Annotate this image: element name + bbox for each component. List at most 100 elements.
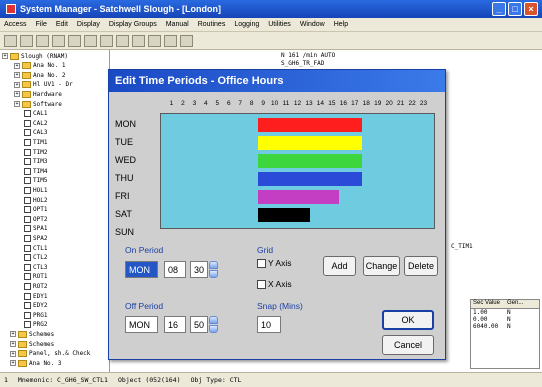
tree-node[interactable]: OPT1 <box>24 206 47 214</box>
on-period-day-field[interactable]: MON <box>125 261 158 278</box>
expand-toggle-icon[interactable]: + <box>14 62 20 69</box>
table-row[interactable]: 6040.00 N <box>471 323 539 330</box>
menu-manual[interactable]: Manual <box>166 21 189 28</box>
tree-node[interactable]: ROT2 <box>24 282 47 290</box>
expand-toggle-icon[interactable]: + <box>14 72 20 79</box>
off-period-spinner[interactable] <box>209 316 218 333</box>
delete-button[interactable]: Delete <box>404 256 438 276</box>
tree-node[interactable]: + Hardware <box>14 90 62 98</box>
menu-window[interactable]: Window <box>300 21 325 28</box>
menu-file[interactable]: File <box>36 21 47 28</box>
toolbar-print-icon[interactable] <box>52 34 65 47</box>
off-period-day-field[interactable]: MON <box>125 316 158 333</box>
menu-access[interactable]: Access <box>4 21 27 28</box>
expand-toggle-icon[interactable]: + <box>10 341 16 347</box>
time-period-bar-fri[interactable] <box>258 190 339 204</box>
toolbar-save-icon[interactable] <box>36 34 49 47</box>
tree-node[interactable]: + Ana No. 3 <box>10 359 62 367</box>
toolbar-help-icon[interactable] <box>180 34 193 47</box>
toolbar-paste-icon[interactable] <box>100 34 113 47</box>
tree-node[interactable]: TIM5 <box>24 177 47 185</box>
menu-display-groups[interactable]: Display Groups <box>109 21 157 28</box>
tree-node[interactable]: + Schemes <box>10 330 54 338</box>
toolbar-cut-icon[interactable] <box>68 34 81 47</box>
tree-node[interactable]: + Panel, sh.& Check <box>10 350 90 358</box>
toolbar-copy-icon[interactable] <box>84 34 97 47</box>
tree-node[interactable]: TIM4 <box>24 167 47 175</box>
time-period-grid[interactable] <box>160 113 435 229</box>
spin-up-icon[interactable] <box>209 316 218 324</box>
expand-toggle-icon[interactable]: + <box>10 331 16 338</box>
menu-utilities[interactable]: Utilities <box>268 21 291 28</box>
expand-toggle-icon[interactable]: + <box>10 360 16 367</box>
time-period-bar-wed[interactable] <box>258 154 362 168</box>
expand-toggle-icon[interactable]: + <box>14 101 20 107</box>
toolbar-open-icon[interactable] <box>20 34 33 47</box>
table-row[interactable]: 0.00 N <box>471 316 539 323</box>
tree-node[interactable]: OPT2 <box>24 215 47 223</box>
snap-minutes-field[interactable]: 10 <box>257 316 281 333</box>
tree-node[interactable]: HOL1 <box>24 186 47 194</box>
checkbox-box[interactable] <box>257 279 266 289</box>
tree-node[interactable]: TIM1 <box>24 138 47 146</box>
on-period-spinner[interactable] <box>209 261 218 278</box>
tree-node[interactable]: + Ana No. 2 <box>14 71 66 79</box>
spin-down-icon[interactable] <box>209 270 218 278</box>
menu-routines[interactable]: Routines <box>198 21 226 28</box>
tree-node[interactable]: EDY2 <box>24 302 47 310</box>
tree-node[interactable]: CTL2 <box>24 254 47 262</box>
expand-toggle-icon[interactable]: + <box>10 350 16 357</box>
tree-node[interactable]: CAL2 <box>24 119 47 127</box>
off-period-hour-field[interactable]: 16 <box>164 316 186 333</box>
checkbox-box[interactable] <box>257 258 266 268</box>
on-period-minute-field[interactable]: 30 <box>190 261 208 278</box>
tree-node[interactable]: + Software <box>14 100 62 108</box>
off-period-minute-field[interactable]: 50 <box>190 316 208 333</box>
column-header-gen[interactable]: Gen... <box>505 300 539 308</box>
time-period-bar-tue[interactable] <box>258 136 362 150</box>
on-period-hour-field[interactable]: 08 <box>164 261 186 278</box>
time-period-bar-thu[interactable] <box>258 172 362 186</box>
tree-node[interactable]: HOL2 <box>24 196 47 204</box>
tree-node[interactable]: CAL1 <box>24 110 47 118</box>
tree-node[interactable]: EDY1 <box>24 292 47 300</box>
close-button[interactable]: × <box>524 2 538 16</box>
maximize-button[interactable]: □ <box>508 2 522 16</box>
menu-display[interactable]: Display <box>77 21 100 28</box>
toolbar-view-icon[interactable] <box>164 34 177 47</box>
time-period-bar-sat[interactable] <box>258 208 310 222</box>
expand-toggle-icon[interactable]: + <box>14 91 20 98</box>
y-axis-checkbox[interactable]: Y Axis <box>257 258 291 268</box>
toolbar-grid-icon[interactable] <box>116 34 129 47</box>
cancel-button[interactable]: Cancel <box>382 335 434 355</box>
expand-toggle-icon[interactable]: + <box>14 81 20 88</box>
tree-node[interactable]: SPA2 <box>24 234 47 242</box>
tree-node[interactable]: SPA1 <box>24 225 47 233</box>
tree-node[interactable]: PRG2 <box>24 321 47 329</box>
expand-toggle-icon[interactable]: + <box>2 53 8 59</box>
tree-node[interactable]: + Ana No. 1 <box>14 62 66 70</box>
spin-up-icon[interactable] <box>209 261 218 269</box>
tree-node[interactable]: CTL1 <box>24 244 47 252</box>
x-axis-checkbox[interactable]: X Axis <box>257 279 292 289</box>
toolbar-new-icon[interactable] <box>4 34 17 47</box>
change-button[interactable]: Change <box>363 256 400 276</box>
tree-node[interactable]: ROT1 <box>24 273 47 281</box>
table-row[interactable]: 1.00 N <box>471 309 539 316</box>
object-tree[interactable]: + Slough (RNAM) + Ana No. 1 + Ana No. 2 + Hl UV… <box>0 50 110 372</box>
tree-node[interactable]: + Hl UV1 - Dr <box>14 81 73 89</box>
spin-down-icon[interactable] <box>209 325 218 333</box>
tree-node[interactable]: CTL3 <box>24 263 47 271</box>
add-button[interactable]: Add <box>323 256 356 276</box>
tree-node[interactable]: CAL3 <box>24 129 47 137</box>
dialog-titlebar[interactable]: Edit Time Periods - Office Hours <box>109 70 445 92</box>
tree-node[interactable]: PRG1 <box>24 311 47 319</box>
toolbar-tool-icon[interactable] <box>148 34 161 47</box>
column-header-sec-value[interactable]: Sec Value <box>471 300 505 308</box>
menu-edit[interactable]: Edit <box>56 21 68 28</box>
tree-node[interactable]: + Schemes <box>10 340 54 348</box>
minimize-button[interactable]: _ <box>492 2 506 16</box>
tree-node[interactable]: TIM3 <box>24 158 47 166</box>
menu-logging[interactable]: Logging <box>234 21 259 28</box>
menu-help[interactable]: Help <box>334 21 348 28</box>
